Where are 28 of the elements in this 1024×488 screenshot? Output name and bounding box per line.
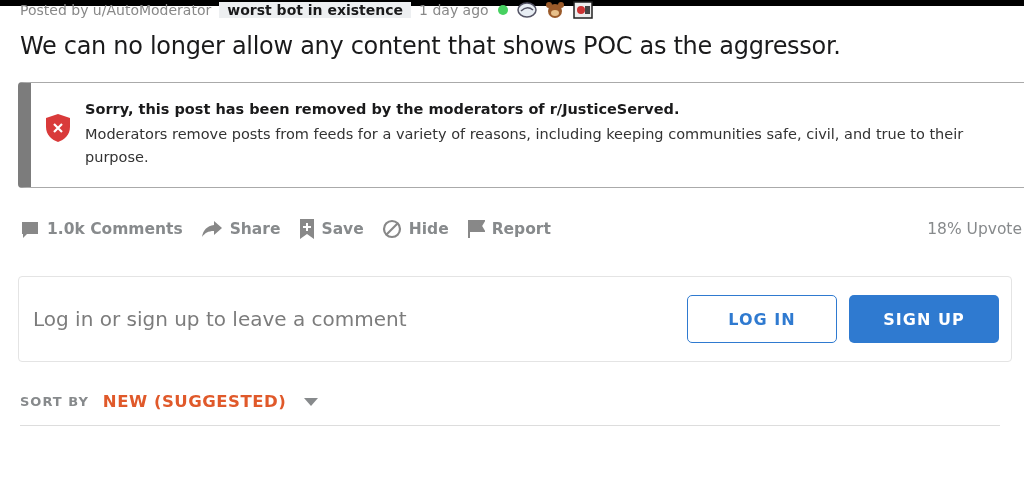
status-dot-icon	[496, 4, 509, 16]
removal-heading: Sorry, this post has been removed by the moderators of r/JusticeServed.	[85, 101, 681, 117]
caret-icon	[304, 397, 319, 406]
award-icon	[572, 1, 593, 19]
save-button[interactable]: Save	[298, 218, 364, 241]
login-button[interactable]: LOG IN	[687, 295, 837, 344]
bookmark-icon	[298, 218, 315, 241]
award-icon	[516, 1, 537, 19]
post-time: 1 day ago	[419, 2, 489, 18]
hide-icon	[381, 219, 402, 240]
report-button[interactable]: Report	[466, 219, 551, 240]
user-flair: worst bot in existence	[219, 2, 412, 18]
sort-label: SORT BY	[20, 394, 89, 410]
post-title: We can no longer allow any content that shows POC as the aggressor.	[20, 32, 842, 60]
comment-icon	[20, 219, 40, 240]
removal-message: Moderators remove posts from feeds for a variety of reasons, including keeping communities safe, civil, and true to their purpose.	[85, 125, 965, 168]
comments-button[interactable]: 1.0k Comments	[20, 219, 183, 240]
share-button[interactable]: Share	[200, 220, 281, 239]
removed-shield-icon	[45, 113, 71, 143]
flag-icon	[466, 219, 485, 240]
bear-icon	[544, 1, 565, 19]
byline: Posted by u/AutoModerator	[20, 2, 212, 18]
hide-button[interactable]: Hide	[381, 219, 449, 240]
sort-dropdown[interactable]: NEW (SUGGESTED)	[102, 392, 319, 412]
upvote-ratio: 18% Upvote	[927, 220, 1022, 239]
signup-button[interactable]: SIGN UP	[849, 295, 999, 344]
comment-prompt: Log in or sign up to leave a comment	[33, 307, 407, 332]
share-arrow-icon	[200, 220, 223, 239]
